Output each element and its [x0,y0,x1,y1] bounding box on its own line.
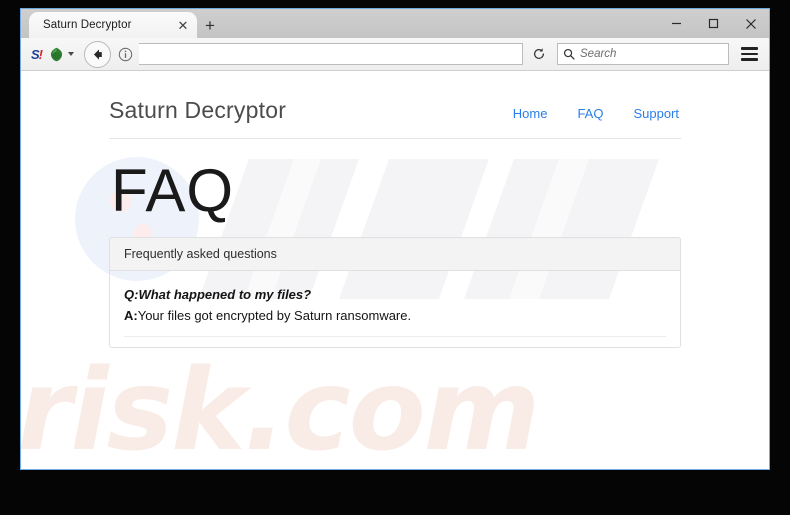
nav-link-faq[interactable]: FAQ [577,106,603,121]
minimize-icon [672,22,681,25]
nav-link-support[interactable]: Support [633,106,679,121]
hamburger-line [740,47,758,50]
faq-divider [124,336,666,337]
nav-link-home[interactable]: Home [513,106,548,121]
faq-answer-label: A: [124,307,138,323]
sophos-bang: ! [38,46,43,62]
back-arrow-icon [93,48,102,60]
new-tab-button[interactable]: + [197,12,223,38]
navigation-toolbar: S! Search [21,38,769,71]
page-content: Saturn Decryptor Home FAQ Support FAQ Fr… [21,71,769,348]
search-icon [563,48,575,60]
site-nav-links: Home FAQ Support [513,106,681,121]
faq-panel-body: Q:What happened to my files? A:Your file… [110,271,680,347]
browser-tab-active[interactable]: Saturn Decryptor ✕ [29,12,197,38]
url-input[interactable] [139,43,523,65]
page-info-icon[interactable] [118,47,133,62]
search-input[interactable]: Search [580,48,616,60]
sophos-icon: S! [28,46,45,63]
back-button[interactable] [84,40,111,68]
window-controls [658,9,769,38]
faq-panel: Frequently asked questions Q:What happen… [109,237,681,348]
shield-extension-button[interactable] [48,42,74,66]
sophos-letter: S [30,46,40,62]
faq-entry: Q:What happened to my files? A:Your file… [124,285,666,337]
site-brand[interactable]: Saturn Decryptor [109,97,286,124]
minimize-button[interactable] [658,9,695,38]
hamburger-menu-button[interactable] [736,42,762,66]
hamburger-menu-icon [740,47,758,61]
faq-panel-heading: Frequently asked questions [110,238,680,271]
page-viewport: risk.com Saturn Decryptor Home FAQ Suppo… [21,71,769,468]
faq-question-label: Q: [124,287,139,302]
faq-question-text: What happened to my files? [138,287,312,302]
browser-window: Saturn Decryptor ✕ + S ! Search risk.com… [20,8,770,470]
reload-button[interactable] [525,42,552,66]
search-bar[interactable]: Search [557,43,729,65]
hamburger-line [740,58,758,61]
reload-icon [533,48,544,59]
close-icon[interactable]: ✕ [175,17,191,33]
watermark-text: risk.com [21,346,540,468]
close-window-icon [745,18,756,29]
faq-answer-text: Your files got encrypted by Saturn ranso… [137,307,412,323]
close-button[interactable] [732,9,769,38]
hamburger-line [740,52,758,56]
tab-title: Saturn Decryptor [43,19,132,31]
faq-question: Q:What happened to my files? [124,285,666,305]
maximize-icon [708,18,719,29]
sophos-extension-button[interactable]: S! [28,42,45,66]
screenshot-root: Saturn Decryptor ✕ + S ! Search risk.com… [0,0,790,515]
page-title: FAQ [111,157,235,224]
tab-strip: Saturn Decryptor ✕ + [21,9,769,38]
shield-icon [50,47,63,61]
chevron-down-icon [68,52,74,56]
faq-answer: A:Your files got encrypted by Saturn ran… [124,306,666,326]
maximize-button[interactable] [695,9,732,38]
site-navbar: Saturn Decryptor Home FAQ Support [109,71,681,139]
